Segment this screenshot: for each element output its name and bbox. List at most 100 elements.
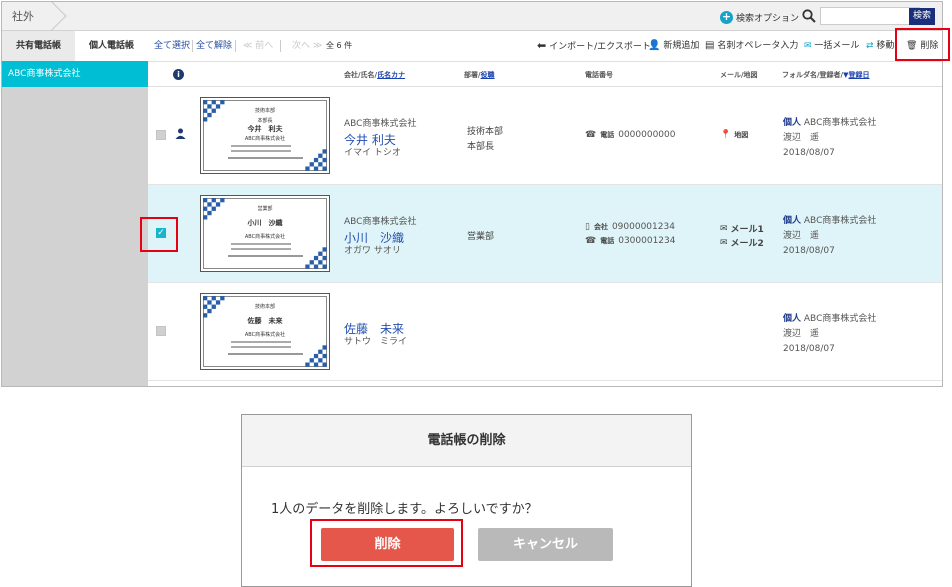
company-name: ABC商事株式会社 — [344, 119, 417, 129]
business-card-image[interactable]: 技術本部 佐藤 未来 ABC商事株式会社 — [200, 293, 330, 370]
card-name: 佐藤 未来 — [247, 317, 283, 325]
move-label: 移動 — [876, 41, 895, 51]
cancel-button[interactable]: キャンセル — [478, 528, 613, 561]
table-row[interactable]: ✓ 営業部 小川 沙織 ABC商事株式会社 ABC商事株式会社 小川 沙織 オガ… — [148, 185, 942, 283]
table-row[interactable]: 技術本部 本部長 今井 利夫 ABC商事株式会社 ABC商事株式会社 今井 利夫… — [148, 87, 942, 185]
info-icon[interactable]: i — [173, 69, 184, 80]
add-new-label: 新規追加 — [663, 41, 700, 51]
header-dept-label: 部署/ — [464, 71, 481, 79]
mail-label: メール1 — [730, 225, 764, 235]
tab-personal-phonebook[interactable]: 個人電話帳 — [75, 31, 148, 61]
card-fax-line — [228, 255, 303, 257]
dialog-title: 電話帳の削除 — [242, 415, 691, 467]
header-folder-label: フォルダ名/登録者/ — [782, 71, 844, 79]
toolbar-divider — [235, 40, 236, 52]
add-new-button[interactable]: 👤 新規追加 — [648, 31, 699, 61]
table-header: i 会社/氏名/氏名カナ 部署/役職 電話番号 メール/地図 フォルダ名/登録者… — [148, 61, 942, 87]
card-title: 本部長 — [257, 118, 273, 124]
business-card-image[interactable]: 技術本部 本部長 今井 利夫 ABC商事株式会社 — [200, 97, 330, 174]
search-area — [802, 7, 920, 25]
next-page-button[interactable]: 次へ ≫ — [292, 31, 322, 61]
card-icon: ▤ — [705, 40, 715, 51]
highlight-checkbox — [140, 217, 178, 252]
card-dept: 技術本部 — [254, 304, 275, 310]
move-button[interactable]: ⇄ 移動 — [866, 31, 894, 61]
map-pin-icon: 📍 — [720, 130, 732, 140]
contact-kana: イマイ トシオ — [344, 148, 401, 158]
mail-link[interactable]: ✉ メール2 — [720, 236, 764, 250]
header-kana-sort[interactable]: 氏名カナ — [377, 71, 405, 79]
search-icon — [802, 9, 816, 23]
phone-label: 会社 — [593, 223, 608, 231]
total-count: 全 6 件 — [326, 41, 353, 50]
folder-company: ABC商事株式会社 — [803, 314, 877, 324]
mail-icon: ✉ — [804, 41, 812, 51]
sidebar: ABC商事株式会社 — [2, 61, 148, 386]
search-option-link[interactable]: + 検索オプション — [720, 9, 799, 25]
search-button[interactable]: 検索 — [909, 8, 935, 25]
card-pattern-decoration — [305, 345, 327, 367]
toolbar: 全て選択 全て解除 ≪ 前へ 次へ ≫ 全 6 件 ⬅ インポート/エクスポート… — [148, 31, 942, 61]
select-all-button[interactable]: 全て選択 — [154, 31, 190, 61]
header-dept: 部署/役職 — [464, 70, 495, 80]
header-mail-map: メール/地図 — [720, 71, 758, 79]
department: 技術本部 — [467, 127, 504, 137]
header-phone: 電話番号 — [585, 71, 613, 79]
phone-number: 0300001234 — [618, 236, 676, 246]
map-label: 地図 — [734, 131, 749, 139]
card-address-line — [231, 341, 291, 343]
folder-line: 個人 ABC商事株式会社 — [783, 214, 876, 229]
mail-label: メール2 — [730, 239, 764, 249]
folder-company: ABC商事株式会社 — [803, 118, 877, 128]
contact-kana: オガワ サオリ — [344, 246, 401, 256]
phone-icon: ☎ — [585, 130, 597, 140]
table-row[interactable]: 技術本部 佐藤 未来 ABC商事株式会社 佐藤 未来 サトウ ミライ 個人 AB… — [148, 283, 942, 381]
tab-shared-phonebook[interactable]: 共有電話帳 — [2, 31, 75, 61]
phone-label: 電話 — [600, 237, 615, 245]
phone-entry[interactable]: ▯ 会社 09000001234 — [585, 222, 675, 232]
phone-entry[interactable]: ☎ 電話 0000000000 — [585, 130, 675, 140]
phonebook-window: 社外 + 検索オプション 検索 共有電話帳 個人電話帳 ABC商事株式会社 全て… — [1, 1, 943, 387]
card-name: 今井 利夫 — [247, 125, 283, 133]
card-address-line — [231, 248, 291, 250]
folder-info: 個人 ABC商事株式会社 渡辺 遥 2018/08/07 — [783, 312, 876, 357]
dialog-message: 1人のデータを削除します。よろしいですか？ — [271, 502, 538, 517]
header-title-sort[interactable]: 役職 — [481, 71, 495, 79]
folder-line: 個人 ABC商事株式会社 — [783, 312, 876, 327]
business-card-image[interactable]: 営業部 小川 沙織 ABC商事株式会社 — [200, 195, 330, 272]
phone-label: 電話 — [600, 131, 615, 139]
folder-company: ABC商事株式会社 — [803, 216, 877, 226]
bulk-mail-button[interactable]: ✉ 一括メール — [804, 31, 859, 61]
sidebar-item-abc[interactable]: ABC商事株式会社 — [2, 61, 148, 87]
search-input[interactable] — [820, 7, 920, 25]
import-export-button[interactable]: ⬅ インポート/エクスポート — [537, 31, 651, 62]
map-link[interactable]: 📍 地図 — [720, 130, 748, 140]
move-icon: ⇄ — [866, 41, 874, 51]
mail-link[interactable]: ✉ メール1 — [720, 222, 764, 236]
row-checkbox[interactable] — [156, 130, 166, 140]
row-checkbox[interactable] — [156, 326, 166, 336]
folder-info: 個人 ABC商事株式会社 渡辺 遥 2018/08/07 — [783, 116, 876, 161]
card-fax-line — [228, 157, 303, 159]
card-address-line — [231, 346, 291, 348]
import-export-label: インポート/エクスポート — [549, 42, 651, 52]
folder-type: 個人 — [783, 314, 802, 324]
header-date-sort[interactable]: 登録日 — [849, 71, 870, 79]
header-folder: フォルダ名/登録者/▼登録日 — [782, 70, 870, 80]
highlight-delete-toolbar — [895, 28, 950, 61]
registration-date: 2018/08/07 — [783, 344, 835, 354]
deselect-all-button[interactable]: 全て解除 — [196, 31, 232, 61]
department: 営業部 — [467, 232, 495, 242]
company-name: ABC商事株式会社 — [344, 217, 417, 227]
add-user-icon: 👤 — [648, 40, 661, 51]
phone-entry[interactable]: ☎ 電話 0300001234 — [585, 236, 675, 246]
card-operator-button[interactable]: ▤ 名刺オペレータ入力 — [705, 31, 798, 61]
card-company: ABC商事株式会社 — [244, 234, 286, 240]
import-arrow-icon: ⬅ — [537, 39, 547, 52]
card-pattern-decoration — [305, 247, 327, 269]
prev-page-button[interactable]: ≪ 前へ — [243, 31, 273, 61]
phone-icon: ☎ — [585, 236, 597, 246]
envelope-icon: ✉ — [720, 223, 728, 234]
header-company-label: 会社/氏名/ — [344, 71, 378, 79]
registrant: 渡辺 遥 — [783, 329, 820, 339]
